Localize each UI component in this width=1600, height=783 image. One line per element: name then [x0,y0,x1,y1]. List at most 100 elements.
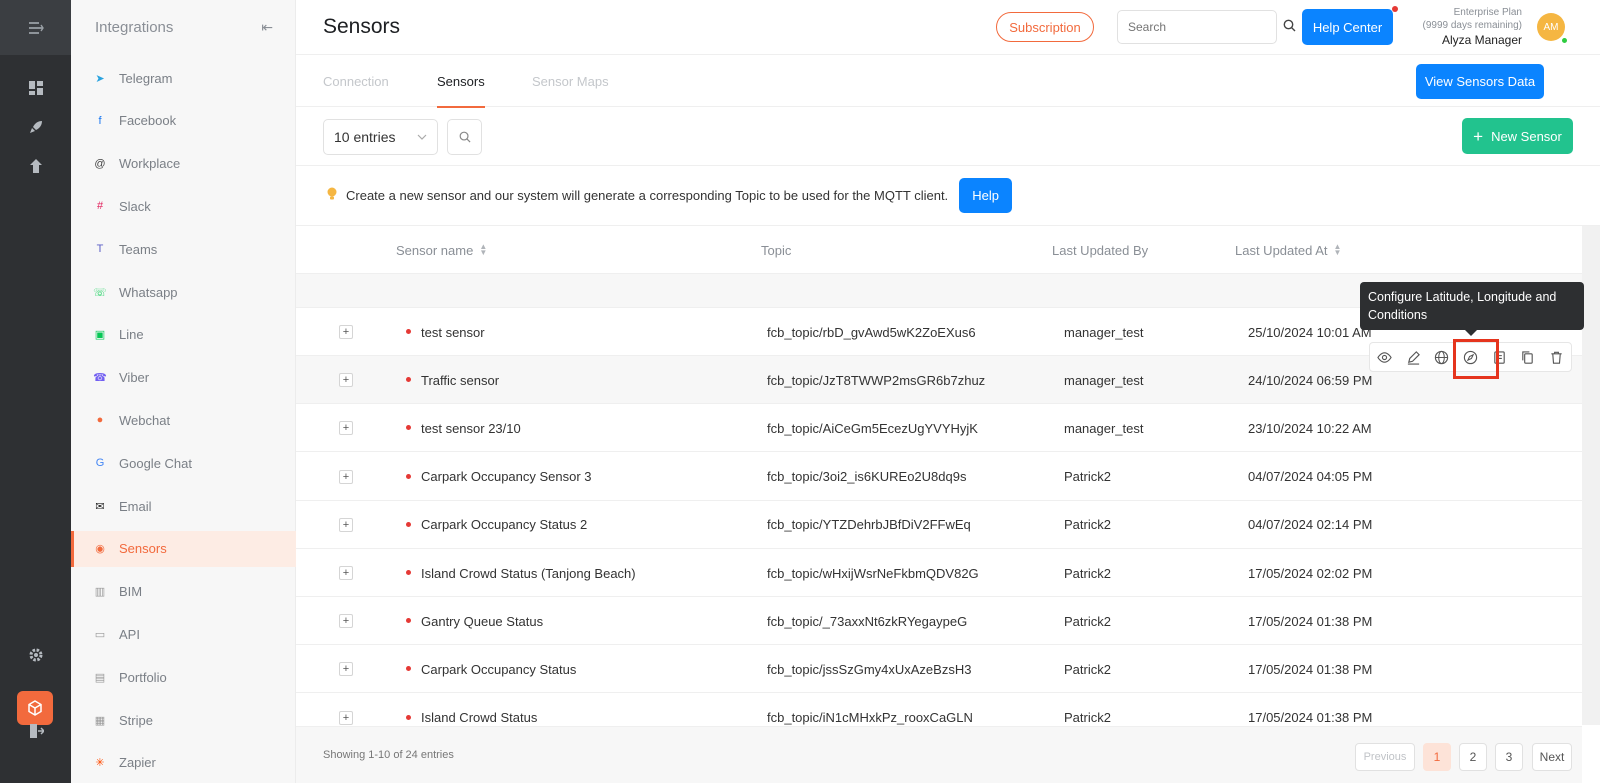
sidebar-item-zapier[interactable]: ✳ Zapier [71,745,296,781]
sidebar-item-api[interactable]: ▭ API [71,616,296,652]
updated-at-cell: 17/05/2024 02:02 PM [1248,565,1373,581]
table-row[interactable]: + Island Crowd Status (Tanjong Beach) fcb_… [296,549,1582,597]
sidebar-item-slack[interactable]: # Slack [71,188,296,224]
column-header-last-updated-at[interactable]: Last Updated At ▲ ▼ [1235,226,1341,274]
menu-toggle-icon[interactable] [0,0,71,55]
sidebar-item-viber[interactable]: ☎ Viber [71,360,296,396]
sidebar-item-label: Slack [119,198,151,214]
table-row[interactable]: + Carpark Occupancy Sensor 3 fcb_topic/3oi… [296,453,1582,501]
plus-icon: + [1473,126,1484,146]
expand-row-button[interactable]: + [339,662,353,677]
expand-row-button[interactable]: + [339,421,353,436]
integrations-sidebar: Integrations ⇤ ➤ Telegram f Facebook @ Workpl… [71,0,296,783]
info-message: Create a new sensor and our system will … [346,188,949,203]
analytics-icon[interactable] [0,153,71,179]
sensor-name-cell: Carpark Occupancy Sensor 3 [421,469,592,485]
sidebar-item-facebook[interactable]: f Facebook [71,103,296,139]
subscription-button[interactable]: Subscription [996,12,1094,42]
sidebar-item-stripe[interactable]: ▦ Stripe [71,702,296,738]
table-search-button[interactable] [447,119,482,155]
logout-icon[interactable] [0,718,71,744]
expand-row-button[interactable]: + [339,614,353,629]
expand-row-button[interactable]: + [339,710,353,725]
edit-icon[interactable] [1399,343,1428,371]
sidebar-item-workplace[interactable]: @ Workplace [71,146,296,182]
sidebar-item-bim[interactable]: ▥ BIM [71,574,296,610]
column-label: Last Updated By [1052,242,1149,258]
plan-info: Enterprise Plan (9999 days remaining) Al… [1406,6,1523,47]
expand-row-button[interactable]: + [339,373,353,388]
tab-sensors[interactable]: Sensors [437,55,485,108]
trash-icon[interactable] [1542,343,1571,371]
sidebar-header: Integrations ⇤ [71,0,295,55]
expand-row-button[interactable]: + [339,469,353,484]
page-title: Sensors [323,15,401,38]
page-3-button[interactable]: 3 [1495,743,1523,771]
updated-at-cell: 23/10/2024 10:22 AM [1248,420,1372,436]
collapse-sidebar-icon[interactable]: ⇤ [261,19,273,36]
sidebar-item-google-chat[interactable]: G Google Chat [71,445,296,481]
entries-select-value: 10 entries [334,129,396,145]
entries-count: Showing 1-10 of 24 entries [323,749,454,761]
tab-connection[interactable]: Connection [323,55,389,107]
search-box [1117,10,1296,44]
help-center-button[interactable]: Help Center [1302,9,1393,45]
sidebar-item-teams[interactable]: T Teams [71,231,296,267]
sidebar-item-email[interactable]: ✉ Email [71,488,296,524]
search-icon[interactable] [1283,19,1296,35]
updated-by-cell: manager_test [1064,420,1144,436]
rocket-icon[interactable] [0,114,71,140]
status-dot [406,618,411,624]
sidebar-item-label: Portfolio [119,669,167,685]
help-button[interactable]: Help [959,178,1013,213]
updated-at-cell: 24/10/2024 06:59 PM [1248,372,1373,388]
next-page-button[interactable]: Next [1532,743,1572,771]
table-scrollbar[interactable] [1582,226,1600,725]
table-row[interactable]: + test sensor 23/10 fcb_topic/AiCeGm5EcezU… [296,404,1582,453]
sidebar-item-sensors[interactable]: ◉ Sensors [71,530,296,567]
sidebar-item-label: Whatsapp [119,284,178,300]
sidebar-item-label: BIM [119,584,143,600]
updated-by-cell: Patrick2 [1064,517,1111,533]
previous-page-button[interactable]: Previous [1355,743,1415,771]
page-2-button[interactable]: 2 [1459,743,1487,771]
updated-at-cell: 04/07/2024 04:05 PM [1248,469,1373,485]
table-row[interactable]: + Carpark Occupancy Status fcb_topic/jssSz… [296,645,1582,694]
table-row[interactable]: + Carpark Occupancy Status 2 fcb_topic/YTZ… [296,501,1582,549]
sort-icon[interactable]: ▲ ▼ [1334,243,1342,257]
globe-icon[interactable] [1427,343,1456,371]
new-sensor-button[interactable]: + New Sensor [1462,118,1573,154]
dashboard-icon[interactable] [0,75,71,101]
table-row[interactable]: + Gantry Queue Status fcb_topic/_73axxNt6z… [296,597,1582,646]
expand-row-button[interactable]: + [339,325,353,339]
status-dot [406,329,411,334]
sidebar-title: Integrations [95,19,174,36]
table-toolbar: 10 entries + New Sensor [296,107,1600,166]
user-name[interactable]: Alyza Manager [1406,34,1522,47]
sidebar-item-whatsapp[interactable]: ☏ Whatsapp [71,274,296,310]
expand-row-button[interactable]: + [339,517,353,532]
online-status-dot [1560,36,1569,45]
sidebar-item-portfolio[interactable]: ▤ Portfolio [71,659,296,695]
icon-rail [0,0,71,783]
sidebar-item-label: Teams [119,241,158,257]
view-icon[interactable] [1370,343,1399,371]
topic-cell: fcb_topic/rbD_gvAwd5wK2ZoEXus6 [767,324,976,340]
column-header-last-updated-by: Last Updated By [1052,226,1148,274]
sort-icon[interactable]: ▲ ▼ [479,243,487,257]
tab-sensor-maps[interactable]: Sensor Maps [532,55,609,107]
sidebar-item-webchat[interactable]: ● Webchat [71,402,296,438]
settings-gear-icon[interactable] [0,642,71,668]
status-dot [406,714,411,720]
topic-cell: fcb_topic/JzT8TWWP2msGR6b7zhuz [767,372,986,388]
entries-select[interactable]: 10 entries [323,119,438,155]
workplace-icon: @ [94,157,106,170]
search-input[interactable] [1128,20,1283,34]
column-header-sensor-name[interactable]: Sensor name ▲ ▼ [396,226,487,274]
view-sensors-data-button[interactable]: View Sensors Data [1416,64,1544,99]
sidebar-item-line[interactable]: ▣ Line [71,317,296,353]
sidebar-item-telegram[interactable]: ➤ Telegram [71,60,296,96]
page-1-button[interactable]: 1 [1423,743,1451,771]
expand-row-button[interactable]: + [339,566,353,580]
copy-icon[interactable] [1514,343,1543,371]
